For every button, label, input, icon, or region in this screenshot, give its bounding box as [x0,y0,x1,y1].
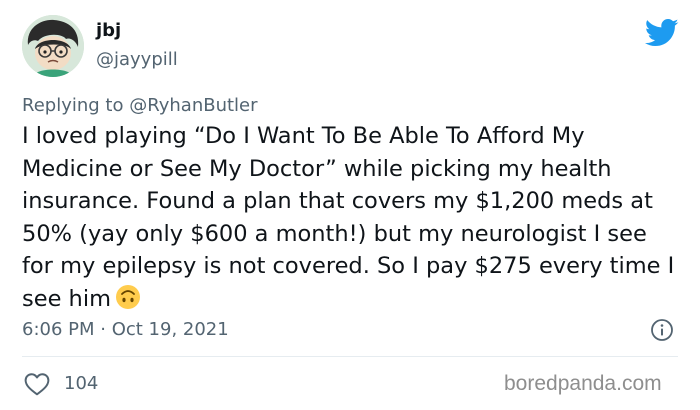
divider [22,356,678,357]
display-name[interactable]: jbj [96,20,121,42]
heart-icon[interactable] [24,372,50,396]
replying-to-prefix: Replying to [22,95,130,116]
info-icon[interactable] [650,318,674,342]
tweet-card: jbj @jayypill Replying to @RyhanButler I… [0,0,700,410]
twitter-bird-icon[interactable] [645,18,679,48]
replying-to-line: Replying to @RyhanButler [22,94,258,118]
avatar-image [22,15,84,77]
reply-mention-link[interactable]: @RyhanButler [129,95,257,116]
like-count[interactable]: 104 [64,372,98,396]
watermark-text: boredpanda.com [504,372,662,395]
avatar[interactable] [22,15,84,77]
tweet-text: I loved playing “Do I Want To Be Able To… [22,120,682,315]
user-handle[interactable]: @jayypill [96,49,178,71]
tweet-timestamp[interactable]: 6:06 PM · Oct 19, 2021 [22,318,229,342]
upside-down-face-emoji-icon [116,284,140,309]
